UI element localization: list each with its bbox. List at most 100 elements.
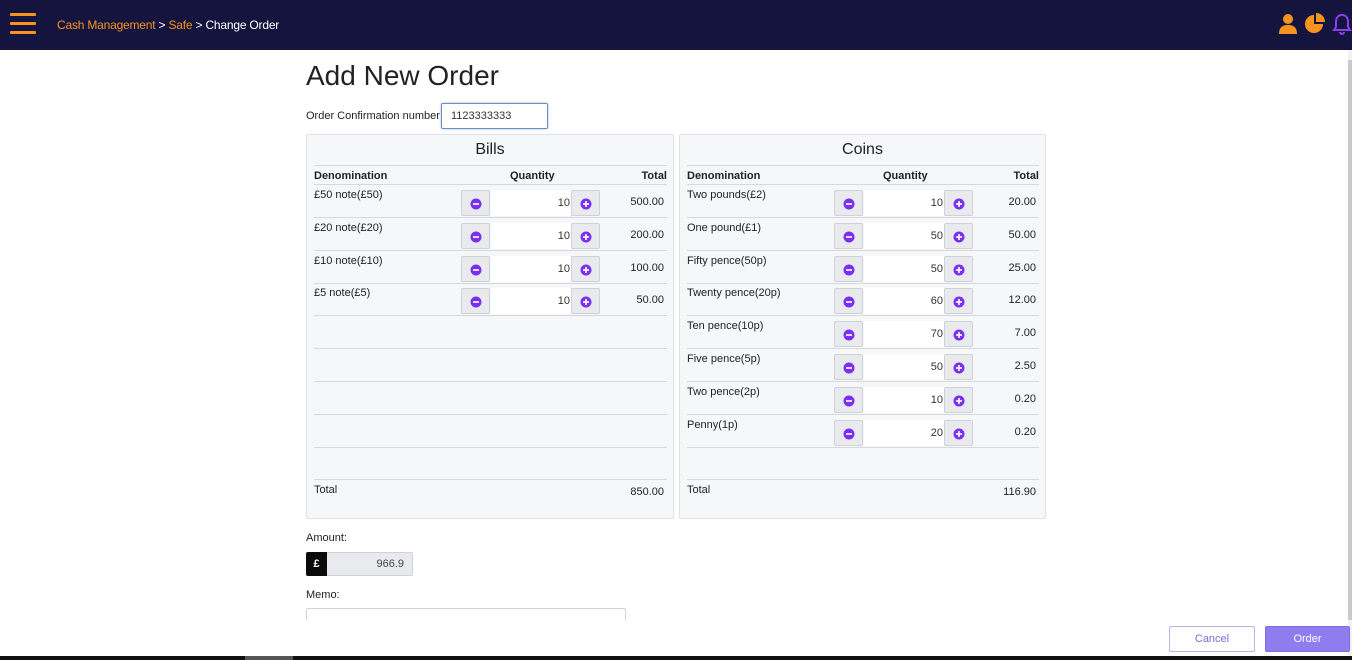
decrease-quantity-button[interactable] [834,288,863,315]
increase-quantity-button[interactable] [944,255,973,282]
denomination-row: Twenty pence(20p) 60 12.00 [687,283,1039,317]
column-header-denomination: Denomination [314,170,388,182]
order-button[interactable]: Order [1265,626,1350,652]
increase-quantity-button[interactable] [944,190,973,216]
breadcrumb-safe[interactable]: Safe [168,18,192,32]
breadcrumb-cash-management[interactable]: Cash Management [57,18,156,32]
empty-row [314,447,667,481]
denomination-label: Two pence(2p) [687,385,760,398]
quantity-input[interactable]: 10 [491,288,571,315]
decrease-quantity-button[interactable] [834,222,863,249]
bills-title: Bills [475,141,505,158]
denomination-label: £20 note(£20) [314,221,383,234]
amount-label: Amount: [306,532,347,544]
decrease-quantity-button[interactable] [834,386,863,413]
empty-row [314,382,667,415]
row-total: 12.00 [1008,294,1036,307]
denomination-row: Five pence(5p) 50 2.50 [687,349,1039,382]
scrollbar-thumb[interactable] [1348,60,1352,620]
increase-quantity-button[interactable] [571,190,600,216]
quantity-input[interactable]: 50 [864,222,944,249]
increase-quantity-button[interactable] [944,321,973,348]
quantity-input[interactable]: 70 [864,321,944,348]
denomination-label: Ten pence(10p) [687,320,764,333]
row-total: 500.00 [630,196,664,208]
denomination-row: £50 note(£50) 10 500.00 [314,185,667,218]
bottom-edge-tab [245,656,293,660]
amount-value: 966.9 [327,552,413,576]
page-title: Add New Order [306,60,499,91]
coins-table-header: Denomination Quantity Total [687,165,1039,185]
breadcrumb: Cash Management > Safe > Change Order [57,18,279,32]
denomination-label: Fifty pence(50p) [687,254,767,267]
breadcrumb-separator: > [192,18,206,32]
denomination-label: £50 note(£50) [314,189,383,201]
increase-quantity-button[interactable] [571,288,600,315]
increase-quantity-button[interactable] [571,222,600,249]
decrease-quantity-button[interactable] [834,255,863,282]
increase-quantity-button[interactable] [944,419,973,446]
coins-total-label: Total [687,484,711,496]
breadcrumb-separator: > [155,18,169,32]
quantity-input[interactable]: 50 [864,255,944,282]
breadcrumb-current: Change Order [205,18,280,32]
decrease-quantity-button[interactable] [461,190,490,216]
increase-quantity-button[interactable] [944,222,973,249]
row-total: 50.00 [1008,228,1036,241]
quantity-input[interactable]: 10 [864,386,944,413]
row-total: 0.20 [1014,425,1036,438]
bell-icon[interactable] [1332,13,1352,37]
column-header-total: Total [641,170,667,182]
increase-quantity-button[interactable] [571,255,600,282]
decrease-quantity-button[interactable] [461,255,490,282]
decrease-quantity-button[interactable] [834,419,863,446]
quantity-input[interactable]: 60 [864,288,944,315]
quantity-input[interactable]: 50 [864,354,944,380]
decrease-quantity-button[interactable] [461,222,490,249]
denomination-label: Penny(1p) [687,418,738,431]
quantity-input[interactable]: 10 [491,222,571,249]
increase-quantity-button[interactable] [944,288,973,315]
column-header-quantity: Quantity [510,170,555,182]
hamburger-menu-icon[interactable] [10,13,36,35]
denomination-label: £5 note(£5) [314,287,371,300]
pie-chart-icon[interactable] [1304,13,1326,37]
denomination-label: £10 note(£10) [314,254,383,267]
row-total: 50.00 [636,294,664,307]
bills-panel: Bills Denomination Quantity Total £50 no… [306,134,674,519]
row-total: 7.00 [1014,327,1036,340]
increase-quantity-button[interactable] [944,354,973,380]
bills-total-row: Total 850.00 [314,479,667,509]
currency-symbol: £ [306,552,327,576]
denomination-row: £10 note(£10) 10 100.00 [314,251,667,284]
decrease-quantity-button[interactable] [834,321,863,348]
quantity-input[interactable]: 10 [491,190,571,216]
content-fade [300,620,640,660]
user-icon[interactable] [1278,13,1300,37]
confirmation-number-input[interactable] [441,103,548,129]
decrease-quantity-button[interactable] [461,288,490,315]
decrease-quantity-button[interactable] [834,190,863,216]
cancel-button[interactable]: Cancel [1169,626,1255,652]
row-total: 20.00 [1008,196,1036,208]
denomination-label: Two pounds(£2) [687,189,766,201]
quantity-input[interactable]: 20 [864,419,944,446]
decrease-quantity-button[interactable] [834,354,863,380]
column-header-quantity: Quantity [883,170,928,182]
coins-panel: Coins Denomination Quantity Total Two po… [679,134,1046,519]
denomination-row: Fifty pence(50p) 50 25.00 [687,251,1039,284]
row-total: 25.00 [1008,261,1036,274]
memo-label: Memo: [306,589,340,601]
bills-total-label: Total [314,484,338,496]
confirmation-number-label: Order Confirmation number [306,110,440,122]
denomination-row: £20 note(£20) 10 200.00 [314,218,667,251]
denomination-row: Ten pence(10p) 70 7.00 [687,316,1039,350]
row-total: 2.50 [1014,360,1036,372]
coins-total-row: Total 116.90 [687,479,1039,509]
row-total: 100.00 [630,261,664,274]
quantity-input[interactable]: 10 [864,190,944,216]
quantity-input[interactable]: 10 [491,255,571,282]
denomination-row: £5 note(£5) 10 50.00 [314,283,667,317]
bills-total-value: 850.00 [630,486,664,498]
increase-quantity-button[interactable] [944,386,973,413]
